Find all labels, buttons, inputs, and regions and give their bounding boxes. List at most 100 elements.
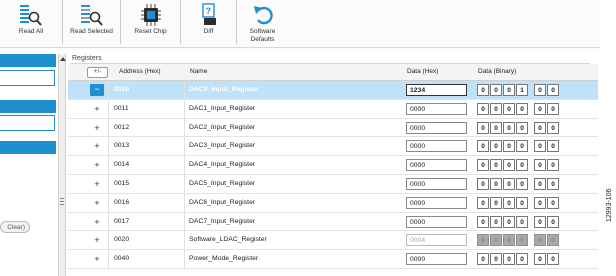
- table-row[interactable]: + 0011 DAC1_Input_Register 0000 0 0 0 0 …: [68, 99, 598, 119]
- bit-cell[interactable]: 0: [490, 196, 502, 209]
- bit-cell[interactable]: 0: [477, 140, 489, 153]
- left-panel-field-1[interactable]: [0, 70, 55, 86]
- column-header-name[interactable]: Name: [190, 68, 207, 75]
- bit-cell[interactable]: 0: [490, 253, 502, 266]
- table-row[interactable]: + 0016 DAC6_Input_Register 0000 0 0 0 0 …: [68, 193, 598, 213]
- bit-cell[interactable]: 1: [516, 84, 528, 96]
- data-hex-input[interactable]: 0000: [406, 253, 467, 266]
- table-row[interactable]: − 0010 DAC0_Input_Register 1234 0 0 0 1 …: [68, 81, 598, 100]
- bit-cell[interactable]: 0: [490, 159, 502, 172]
- bit-cell[interactable]: 0: [534, 159, 546, 172]
- table-row[interactable]: + 0012 DAC2_Input_Register 0000 0 0 0 0 …: [68, 118, 598, 138]
- left-panel-section-bar-1[interactable]: [0, 100, 56, 113]
- bit-cell[interactable]: 0: [490, 84, 502, 96]
- software-defaults-button[interactable]: Software Defaults: [237, 0, 288, 44]
- expand-row-button[interactable]: +: [92, 179, 102, 189]
- expand-row-button[interactable]: +: [92, 141, 102, 151]
- table-row[interactable]: + 0017 DAC7_Input_Register 0000 0 0 0 0 …: [68, 212, 598, 232]
- bit-cell[interactable]: 0: [547, 140, 559, 153]
- left-panel-field-2[interactable]: [0, 115, 55, 131]
- expand-row-button[interactable]: +: [92, 235, 102, 245]
- bit-cell[interactable]: 0: [490, 215, 502, 228]
- bit-cell[interactable]: 0: [547, 159, 559, 172]
- bit-cell[interactable]: 0: [534, 196, 546, 209]
- bit-cell[interactable]: 0: [534, 140, 546, 153]
- left-panel-section-bar-2[interactable]: [0, 141, 56, 154]
- bit-cell[interactable]: 0: [534, 253, 546, 266]
- bit-cell[interactable]: 0: [547, 84, 559, 96]
- table-row[interactable]: + 0015 DAC5_Input_Register 0000 0 0 0 0 …: [68, 174, 598, 194]
- bit-cell[interactable]: 0: [503, 121, 515, 134]
- bit-cell[interactable]: 0: [516, 253, 528, 266]
- bit-cell[interactable]: 0: [503, 215, 515, 228]
- data-hex-input[interactable]: 0000: [406, 215, 467, 228]
- table-row[interactable]: + 0013 DAC3_Input_Register 0000 0 0 0 0 …: [68, 137, 598, 157]
- data-hex-input[interactable]: 0000: [406, 177, 467, 190]
- bit-cell[interactable]: 0: [547, 215, 559, 228]
- collapse-row-button[interactable]: −: [90, 84, 104, 96]
- left-panel-header-bar[interactable]: [0, 54, 56, 67]
- bit-cell[interactable]: 0: [516, 121, 528, 134]
- bit-cell[interactable]: 0: [477, 215, 489, 228]
- data-hex-input[interactable]: 1234: [406, 84, 467, 96]
- bit-cell[interactable]: 0: [516, 177, 528, 190]
- table-row[interactable]: + 0020 Software_LDAC_Register 0004 0 0 0…: [68, 231, 598, 251]
- data-hex-input[interactable]: 0000: [406, 121, 467, 134]
- table-row[interactable]: + 0014 DAC4_Input_Register 0000 0 0 0 0 …: [68, 156, 598, 175]
- bit-cell[interactable]: 0: [503, 196, 515, 209]
- read-selected-button[interactable]: Read Selected: [63, 0, 121, 44]
- data-hex-input[interactable]: 0000: [406, 140, 467, 153]
- bit-cell[interactable]: 0: [516, 159, 528, 172]
- bit-cell[interactable]: 0: [503, 102, 515, 115]
- bit-cell[interactable]: 0: [547, 253, 559, 266]
- bit-cell[interactable]: 0: [477, 84, 489, 96]
- bit-cell[interactable]: 0: [516, 196, 528, 209]
- column-header-data-binary[interactable]: Data (Binary): [478, 68, 516, 75]
- expand-row-button[interactable]: +: [92, 217, 102, 227]
- scrollbar-grip-icon[interactable]: [60, 198, 64, 210]
- expand-row-button[interactable]: +: [92, 104, 102, 114]
- bit-cell[interactable]: 0: [490, 102, 502, 115]
- expand-row-button[interactable]: +: [92, 254, 102, 264]
- bit-cell[interactable]: 0: [516, 215, 528, 228]
- read-all-button[interactable]: Read All: [0, 0, 63, 44]
- clear-button[interactable]: Clear): [0, 221, 30, 233]
- data-hex-input[interactable]: 0000: [406, 159, 467, 172]
- bit-cell[interactable]: 0: [516, 102, 528, 115]
- table-row[interactable]: + 0040 Power_Mode_Register 0000 0 0 0 0 …: [68, 250, 598, 269]
- bit-cell[interactable]: 0: [534, 84, 546, 96]
- bit-cell[interactable]: 0: [534, 121, 546, 134]
- expand-collapse-all-button[interactable]: +/-: [87, 67, 108, 78]
- bit-cell[interactable]: 0: [490, 140, 502, 153]
- bit-cell[interactable]: 0: [547, 196, 559, 209]
- diff-button[interactable]: ? Diff: [181, 0, 237, 44]
- bit-cell[interactable]: 0: [503, 177, 515, 190]
- data-hex-input[interactable]: 0000: [406, 196, 467, 209]
- column-header-data-hex[interactable]: Data (Hex): [407, 68, 438, 75]
- bit-cell[interactable]: 0: [503, 253, 515, 266]
- bit-cell[interactable]: 0: [477, 177, 489, 190]
- bit-cell[interactable]: 0: [547, 121, 559, 134]
- column-header-address[interactable]: Address (Hex): [119, 68, 161, 75]
- expand-row-button[interactable]: +: [92, 198, 102, 208]
- bit-cell[interactable]: 0: [534, 102, 546, 115]
- bit-cell[interactable]: 0: [547, 177, 559, 190]
- bit-cell[interactable]: 0: [490, 121, 502, 134]
- bit-cell[interactable]: 0: [477, 121, 489, 134]
- bit-cell[interactable]: 0: [534, 215, 546, 228]
- expand-row-button[interactable]: +: [92, 123, 102, 133]
- bit-cell[interactable]: 0: [534, 177, 546, 190]
- bit-cell[interactable]: 0: [477, 196, 489, 209]
- bit-cell[interactable]: 0: [477, 253, 489, 266]
- left-panel-scrollbar[interactable]: [58, 54, 66, 276]
- data-hex-input[interactable]: 0000: [406, 102, 467, 115]
- bit-cell[interactable]: 0: [477, 102, 489, 115]
- bit-cell[interactable]: 0: [516, 140, 528, 153]
- expand-row-button[interactable]: +: [92, 160, 102, 170]
- bit-cell[interactable]: 0: [503, 159, 515, 172]
- bit-cell[interactable]: 0: [503, 84, 515, 96]
- reset-chip-button[interactable]: Reset Chip: [121, 0, 181, 44]
- bit-cell[interactable]: 0: [477, 159, 489, 172]
- bit-cell[interactable]: 0: [547, 102, 559, 115]
- bit-cell[interactable]: 0: [490, 177, 502, 190]
